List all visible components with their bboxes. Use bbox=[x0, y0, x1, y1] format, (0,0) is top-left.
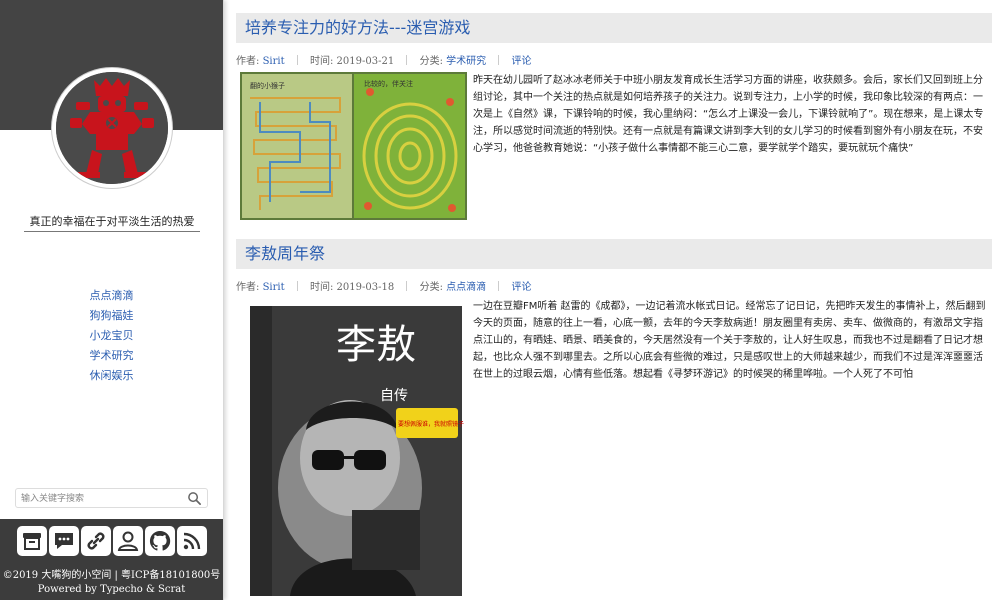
nav-link-gougou[interactable]: 狗狗福娃 bbox=[90, 309, 134, 322]
post-title-bar: 李敖周年祭 bbox=[236, 239, 992, 269]
post-date: 2019-03-21 bbox=[336, 56, 395, 67]
nav-item: 狗狗福娃 bbox=[0, 304, 223, 324]
nav-item: 点点滴滴 bbox=[0, 284, 223, 304]
time-label: 时间: bbox=[309, 56, 334, 67]
link-icon bbox=[87, 532, 105, 550]
meta-divider bbox=[406, 55, 408, 65]
post-meta: 作者: Sirit 时间: 2019-03-21 分类: 学术研究 评论 bbox=[236, 52, 992, 68]
post-excerpt: 昨天在幼儿园听了赵冰冰老师关于中班小朋友发育成长生活学习方面的讲座，收获颇多。会… bbox=[473, 75, 984, 154]
book-subtitle-text: 自传 bbox=[380, 388, 408, 404]
comment-link[interactable]: 评论 bbox=[512, 282, 532, 293]
book-cover-image: 李敖 自传 要想佩服谁，我就照镜子 bbox=[240, 298, 467, 600]
nav-link-xueshu[interactable]: 学术研究 bbox=[90, 349, 134, 362]
thumb-caption-right: 比较的，伴关注 bbox=[364, 79, 413, 88]
author-label: 作者: bbox=[236, 282, 260, 293]
thumb-caption-left: 翻的小猴子 bbox=[250, 81, 285, 90]
site-tagline: 真正的幸福在于对平淡生活的热爱 bbox=[24, 213, 200, 232]
time-label: 时间: bbox=[309, 282, 334, 293]
post-title-link[interactable]: 李敖周年祭 bbox=[245, 244, 325, 263]
category-link[interactable]: 点点滴滴 bbox=[446, 282, 486, 293]
meta-divider bbox=[498, 281, 500, 291]
meta-divider bbox=[406, 281, 408, 291]
author-label: 作者: bbox=[236, 56, 260, 67]
github-icon bbox=[149, 530, 171, 551]
post-excerpt: 一边在豆瓣FM听着 赵雷的《成都》，一边记着流水帐式日记。经常忘了记日记，先把昨… bbox=[473, 301, 986, 380]
post-meta: 作者: Sirit 时间: 2019-03-18 分类: 点点滴滴 评论 bbox=[236, 278, 992, 294]
rss-link[interactable] bbox=[177, 526, 207, 556]
book-title-text: 李敖 bbox=[336, 322, 416, 368]
comment-icon bbox=[55, 533, 73, 549]
nav-item: 休闲娱乐 bbox=[0, 364, 223, 384]
rss-icon bbox=[183, 532, 201, 550]
category-label: 分类: bbox=[419, 282, 443, 293]
copyright-text: ©2019 大嘴狗的小空间 | 粤ICP备18101800号 bbox=[2, 570, 221, 581]
sidebar: 真正的幸福在于对平淡生活的热爱 点点滴滴 狗狗福娃 小龙宝贝 学术研究 休闲娱乐 bbox=[0, 0, 224, 600]
about-link[interactable] bbox=[113, 526, 143, 556]
social-links bbox=[17, 526, 207, 556]
github-link[interactable] bbox=[145, 526, 175, 556]
search-box bbox=[15, 488, 208, 508]
post-card: 李敖周年祭 作者: Sirit 时间: 2019-03-18 分类: 点点滴滴 … bbox=[236, 239, 992, 600]
search-icon[interactable] bbox=[187, 491, 202, 506]
category-link[interactable]: 学术研究 bbox=[446, 56, 486, 67]
maze-book-image: 翻的小猴子 比较的，伴关注 bbox=[240, 72, 467, 220]
friend-links[interactable] bbox=[81, 526, 111, 556]
search-input[interactable] bbox=[21, 491, 181, 506]
post-card: 培养专注力的好方法---迷宫游戏 作者: Sirit 时间: 2019-03-2… bbox=[236, 13, 992, 220]
comment-link[interactable]: 评论 bbox=[512, 56, 532, 67]
comment-link[interactable] bbox=[49, 526, 79, 556]
archive-link[interactable] bbox=[17, 526, 47, 556]
powered-by-text: Powered by Typecho & Scrat bbox=[37, 584, 186, 595]
nav-item: 小龙宝贝 bbox=[0, 324, 223, 344]
author-link[interactable]: Sirit bbox=[263, 56, 285, 67]
nav-link-xiaolong[interactable]: 小龙宝贝 bbox=[90, 329, 134, 342]
user-icon bbox=[117, 531, 139, 551]
meta-divider bbox=[296, 55, 298, 65]
book-sticker-text: 要想佩服谁，我就照镜子 bbox=[398, 420, 464, 428]
sidebar-footer: ©2019 大嘴狗的小空间 | 粤ICP备18101800号 Powered b… bbox=[0, 519, 223, 600]
archive-icon bbox=[23, 533, 41, 550]
category-label: 分类: bbox=[419, 56, 443, 67]
post-title-bar: 培养专注力的好方法---迷宫游戏 bbox=[236, 13, 992, 43]
avatar[interactable] bbox=[52, 68, 172, 188]
post-thumbnail[interactable]: 李敖 自传 要想佩服谁，我就照镜子 bbox=[240, 298, 467, 600]
meta-divider bbox=[296, 281, 298, 291]
author-link[interactable]: Sirit bbox=[263, 282, 285, 293]
nav-link-xiuxian[interactable]: 休闲娱乐 bbox=[90, 369, 134, 382]
totem-figure-icon bbox=[56, 72, 168, 184]
nav-item: 学术研究 bbox=[0, 344, 223, 364]
post-thumbnail[interactable]: 翻的小猴子 比较的，伴关注 bbox=[240, 72, 467, 220]
meta-divider bbox=[498, 55, 500, 65]
sidebar-nav: 点点滴滴 狗狗福娃 小龙宝贝 学术研究 休闲娱乐 bbox=[0, 284, 223, 384]
post-date: 2019-03-18 bbox=[336, 282, 395, 293]
post-title-link[interactable]: 培养专注力的好方法---迷宫游戏 bbox=[245, 18, 470, 37]
post-list: 培养专注力的好方法---迷宫游戏 作者: Sirit 时间: 2019-03-2… bbox=[236, 0, 992, 600]
nav-link-diandian[interactable]: 点点滴滴 bbox=[90, 289, 134, 302]
